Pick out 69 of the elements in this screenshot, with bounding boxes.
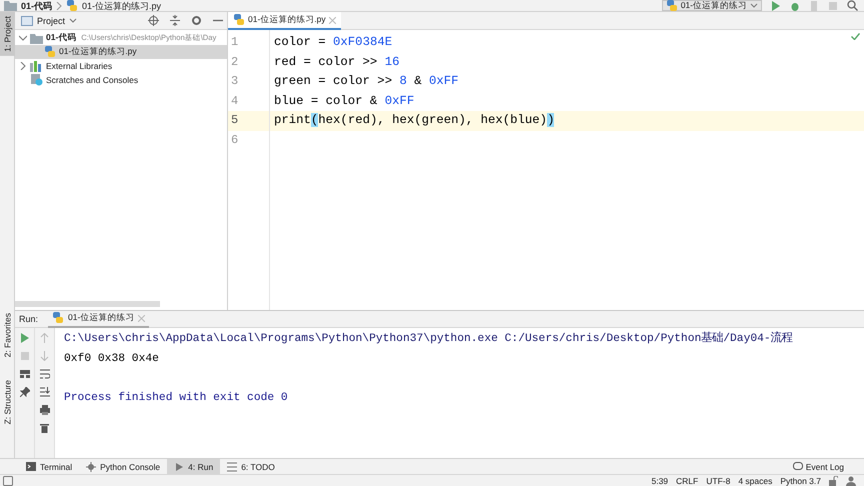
- console-line: C:\Users\chris\AppData\Local\Programs\Python\Python37\python.exe C:/Users/chris/Desktop/Python基础/Day04-流程: [64, 330, 794, 347]
- event-log-button[interactable]: Event Log: [792, 462, 864, 472]
- run-icon: [174, 462, 184, 472]
- tree-item[interactable]: 01-位运算的练习.py: [15, 45, 227, 59]
- pin-icon[interactable]: [20, 387, 30, 397]
- code-line: blue = color & 0xFF: [274, 92, 414, 110]
- python-file-icon: [52, 312, 64, 324]
- trash-icon[interactable]: [40, 423, 49, 433]
- tool-window-button[interactable]: Z: Structure: [0, 376, 15, 428]
- status-item[interactable]: Python 3.7: [780, 476, 821, 486]
- line-number: 2: [230, 54, 240, 71]
- line-number: 6: [230, 132, 240, 149]
- tool-window-tab[interactable]: 6: TODO: [220, 458, 282, 474]
- caret-icon: [69, 18, 78, 24]
- status-item[interactable]: 5:39: [651, 476, 668, 486]
- speech-bubble-icon: [792, 462, 803, 472]
- breadcrumb-item[interactable]: 01-位运算的练习.py: [82, 0, 162, 10]
- run-icon[interactable]: [20, 333, 30, 343]
- line-number: 4: [230, 92, 240, 110]
- tool-window-tab[interactable]: Terminal: [19, 458, 80, 474]
- close-icon: [328, 16, 336, 24]
- line-number: 5: [228, 111, 269, 131]
- close-icon: [138, 314, 146, 322]
- person-icon[interactable]: [846, 476, 856, 486]
- scratches-icon: [30, 74, 43, 86]
- code-line: print(hex(red), hex(green), hex(blue)): [274, 112, 554, 130]
- tool-window-button[interactable]: 1: Project: [0, 12, 15, 56]
- console-line: Process finished with exit code 0: [64, 390, 289, 406]
- todo-icon: [227, 462, 238, 472]
- scrollbar[interactable]: [15, 301, 160, 307]
- console-line: 0xf0 0x38 0x4e: [64, 352, 160, 367]
- breadcrumb-item[interactable]: 01-代码: [21, 0, 52, 10]
- line-number: 1: [230, 34, 240, 51]
- tool-window-tab[interactable]: 4: Run: [167, 458, 220, 474]
- python-file-icon: [66, 0, 78, 12]
- lock-icon[interactable]: [829, 476, 838, 486]
- tree-item[interactable]: Scratches and Consoles: [15, 73, 227, 87]
- line-number: 3: [230, 73, 240, 90]
- run-label: Run:: [19, 314, 38, 324]
- caret-icon: [750, 2, 758, 8]
- search-icon[interactable]: [847, 0, 858, 11]
- soft-wrap-icon[interactable]: [40, 369, 50, 379]
- project-view-dropdown[interactable]: Project: [21, 16, 78, 26]
- python-file-icon: [666, 0, 678, 12]
- window-icon: [21, 16, 33, 26]
- chevron-icon: [56, 2, 62, 10]
- terminal-icon: [26, 462, 36, 472]
- layout-icon[interactable]: [20, 369, 30, 379]
- status-item[interactable]: CRLF: [676, 476, 698, 486]
- code-line: red = color >> 16: [274, 54, 400, 71]
- scroll-to-end-icon[interactable]: [40, 387, 50, 397]
- code-line: color = 0xF0384E: [274, 34, 392, 51]
- library-icon: [30, 60, 43, 72]
- status-item[interactable]: UTF-8: [706, 476, 730, 486]
- code-line: green = color >> 8 & 0xFF: [274, 73, 459, 90]
- collapse-icon[interactable]: [170, 15, 180, 26]
- checkmark-icon: [851, 33, 860, 40]
- python-file-icon: [44, 46, 56, 58]
- target-icon[interactable]: [148, 15, 159, 26]
- tool-window-button[interactable]: 2: Favorites: [0, 309, 15, 362]
- settings-icon[interactable]: [191, 15, 202, 26]
- printer-icon[interactable]: [40, 405, 50, 415]
- run-tab[interactable]: 01-位运算的练习: [48, 310, 150, 328]
- editor-tab[interactable]: 01-位运算的练习.py: [228, 12, 341, 30]
- run-configuration-dropdown[interactable]: 01-位运算的练习: [662, 0, 762, 11]
- python-file-icon: [233, 14, 245, 26]
- status-item[interactable]: 4 spaces: [738, 476, 772, 486]
- square-icon[interactable]: [3, 476, 13, 486]
- tree-item[interactable]: External Libraries: [15, 59, 227, 73]
